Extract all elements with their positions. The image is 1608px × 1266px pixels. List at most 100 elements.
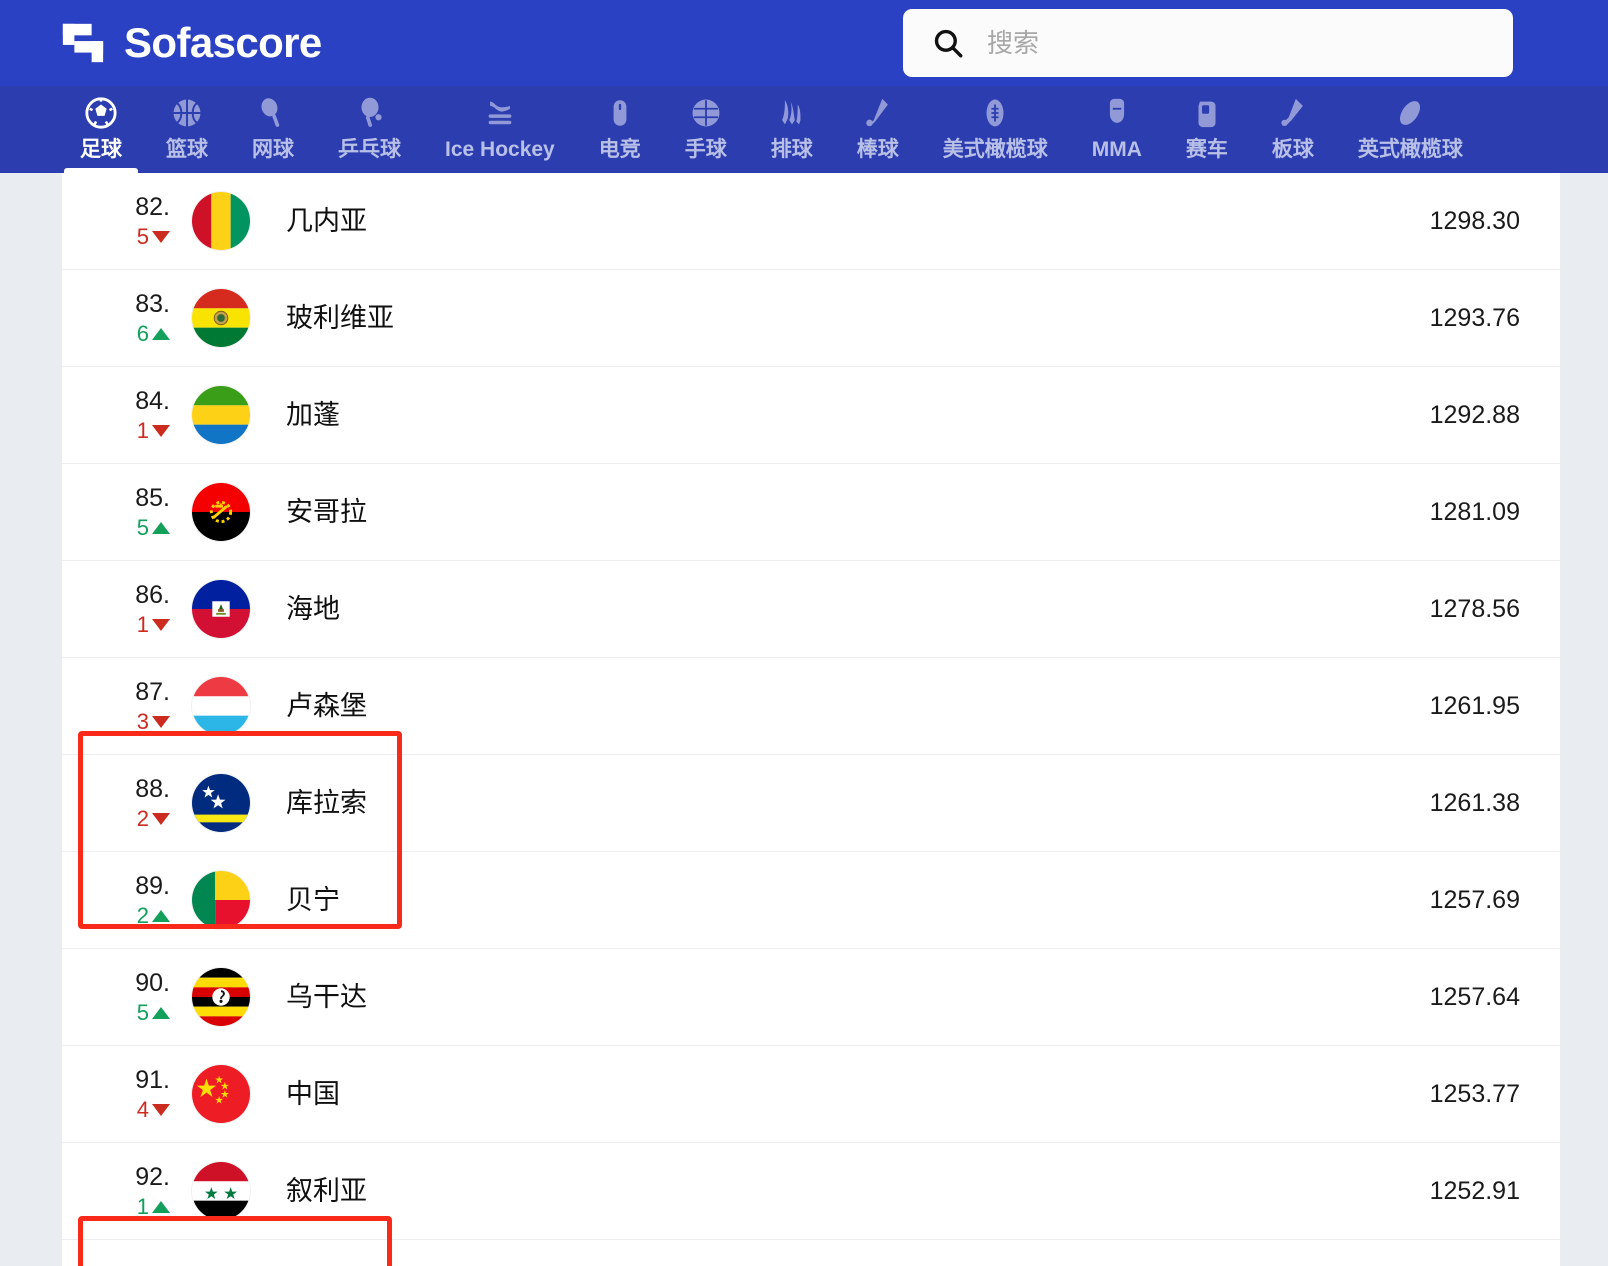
rank-column: 88. 2	[98, 774, 170, 833]
guinea-flag-icon	[192, 192, 250, 250]
rank-change-value: 2	[136, 902, 149, 928]
handball-icon	[689, 96, 723, 130]
ranking-row[interactable]: 85. 5 安哥拉 1281.09	[62, 464, 1560, 561]
tennis-racket-icon	[256, 96, 290, 130]
search-icon	[931, 26, 965, 60]
sport-tab-label: 英式橄榄球	[1357, 138, 1463, 161]
sport-tab-12[interactable]: 板球	[1250, 86, 1336, 173]
points-value: 1257.69	[1429, 885, 1520, 914]
sport-tab-label: 足球	[80, 138, 122, 161]
points-value: 1253.77	[1429, 1079, 1520, 1108]
rank-number: 90.	[135, 968, 170, 997]
rank-change-value: 4	[136, 1096, 149, 1122]
rank-number: 87.	[135, 677, 170, 706]
sport-tab-8[interactable]: 棒球	[835, 86, 921, 173]
rank-change: 2	[137, 902, 170, 930]
sport-tab-6[interactable]: 手球	[663, 86, 749, 173]
rank-column: 86. 1	[98, 580, 170, 639]
points-value: 1293.76	[1429, 303, 1520, 332]
country-name: 库拉索	[286, 787, 367, 818]
sport-tab-10[interactable]: MMA	[1070, 86, 1164, 173]
rank-number: 85.	[135, 483, 170, 512]
rank-change: 1	[137, 1193, 170, 1221]
sport-tab-9[interactable]: 美式橄榄球	[921, 86, 1070, 173]
sport-tab-label: 电竞	[598, 138, 641, 161]
points-value: 1278.56	[1429, 594, 1520, 623]
points-value: 1298.30	[1429, 206, 1520, 235]
rank-column: 90. 5	[98, 968, 170, 1027]
sport-tab-2[interactable]: 网球	[230, 86, 316, 173]
benin-flag-icon	[192, 871, 250, 929]
ranking-row[interactable]: 87. 3 卢森堡 1261.95	[62, 658, 1560, 755]
rank-column: 84. 1	[98, 386, 170, 445]
ranking-row[interactable]: 90. 5 乌干达 1257.64	[62, 949, 1560, 1046]
uganda-flag-icon	[192, 968, 250, 1026]
top-header: Sofascore	[0, 0, 1608, 86]
ranking-row[interactable]: 88. 2 库拉索 1261.38	[62, 755, 1560, 852]
rank-number: 88.	[135, 774, 170, 803]
baseball-bat-icon	[861, 96, 895, 130]
ranking-row[interactable]: 86. 1 海地 1278.56	[62, 561, 1560, 658]
rank-change-value: 5	[136, 223, 149, 249]
ranking-row[interactable]: 83. 6 玻利维亚 1293.76	[62, 270, 1560, 367]
rank-column: 83. 6	[98, 289, 170, 348]
angola-flag-icon	[192, 483, 250, 541]
arrow-down-icon	[152, 618, 170, 631]
rank-column: 85. 5	[98, 483, 170, 542]
sport-tab-4[interactable]: Ice Hockey	[423, 86, 577, 173]
american-football-icon	[978, 96, 1012, 130]
ranking-row[interactable]: 84. 1 加蓬 1292.88	[62, 367, 1560, 464]
search-input[interactable]	[987, 27, 1507, 59]
rank-number: 86.	[135, 580, 170, 609]
arrow-down-icon	[152, 230, 170, 243]
country-name: 中国	[286, 1078, 340, 1109]
rank-change-value: 3	[136, 708, 149, 734]
motorsport-icon	[1190, 96, 1224, 130]
rank-column: 87. 3	[98, 677, 170, 736]
sport-tab-3[interactable]: 乒乓球	[316, 86, 423, 173]
rank-change: 5	[137, 999, 170, 1027]
brand-logo-link[interactable]: Sofascore	[60, 20, 322, 66]
arrow-up-icon	[152, 909, 170, 922]
rank-change-value: 2	[136, 805, 149, 831]
rank-number: 89.	[135, 871, 170, 900]
country-name: 安哥拉	[286, 496, 367, 527]
points-value: 1257.64	[1429, 982, 1520, 1011]
rank-change: 5	[137, 223, 170, 251]
search-box[interactable]	[903, 9, 1513, 77]
rank-number: 91.	[135, 1065, 170, 1094]
rank-number: 92.	[135, 1162, 170, 1191]
china-flag-icon	[192, 1065, 250, 1123]
arrow-up-icon	[152, 1006, 170, 1019]
sport-tab-label: 赛车	[1185, 138, 1228, 161]
table-tennis-icon	[353, 96, 387, 130]
sport-tab-1[interactable]: 篮球	[144, 86, 230, 173]
rank-change: 2	[137, 805, 170, 833]
rank-column: 82. 5	[98, 192, 170, 251]
country-name: 贝宁	[286, 884, 340, 915]
volleyball-icon	[775, 96, 809, 130]
country-name: 乌干达	[286, 981, 367, 1012]
ranking-row[interactable]: 89. 2 贝宁 1257.69	[62, 852, 1560, 949]
esports-mouse-icon	[603, 96, 637, 130]
syria-flag-icon	[192, 1162, 250, 1220]
rank-column: 91. 4	[98, 1065, 170, 1124]
sport-tab-label: 板球	[1271, 138, 1314, 161]
sport-tab-13[interactable]: 英式橄榄球	[1336, 86, 1485, 173]
ranking-row[interactable]: 91. 4 中国 1253.77	[62, 1046, 1560, 1143]
country-name: 海地	[286, 593, 340, 624]
sport-tab-7[interactable]: 排球	[749, 86, 835, 173]
sport-tab-label: 美式橄榄球	[942, 138, 1048, 161]
points-value: 1281.09	[1429, 497, 1520, 526]
sports-nav: 足球 篮球 网球 乒乓球 Ice Hockey 电竞 手球 排球 棒球 美式橄榄球 MMA 赛车 板球 英…	[0, 86, 1608, 173]
ranking-panel: 82. 5 几内亚 1298.30 83. 6 玻利维亚 1293.76 84. 1 加蓬 1292.…	[62, 173, 1560, 1266]
basketball-icon	[170, 96, 204, 130]
rank-change-value: 5	[136, 999, 149, 1025]
ranking-row[interactable]: 92. 1 叙利亚 1252.91	[62, 1143, 1560, 1240]
sport-tab-label: 排球	[770, 138, 813, 161]
sport-tab-0[interactable]: 足球	[58, 86, 144, 173]
sport-tab-11[interactable]: 赛车	[1164, 86, 1250, 173]
sport-tab-5[interactable]: 电竞	[577, 86, 663, 173]
rank-change-value: 1	[136, 1193, 149, 1219]
ranking-row[interactable]: 82. 5 几内亚 1298.30	[62, 173, 1560, 270]
